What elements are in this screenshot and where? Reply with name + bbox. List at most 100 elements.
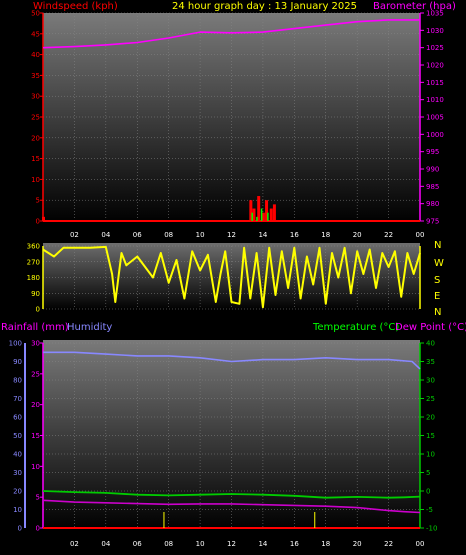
temp-tick-label: 5	[426, 469, 430, 477]
wind-tick-label: 10	[31, 176, 40, 184]
rain-tick-label: 0	[36, 525, 40, 533]
dir-tick-label: 270	[27, 258, 40, 266]
x-tick-label-lower: 08	[164, 540, 173, 548]
wind-tick-label: 5	[36, 197, 40, 205]
x-tick-label-lower: 00	[416, 540, 425, 548]
x-tick-label-lower: 16	[290, 540, 299, 548]
windspeed-bar	[252, 208, 256, 221]
temp-tick-label: 20	[426, 414, 435, 422]
wind-tick-label: 45	[31, 30, 40, 38]
baro-tick-label: 990	[426, 166, 439, 174]
x-tick-label: 14	[258, 231, 267, 239]
wind-tick-label: 25	[31, 114, 40, 122]
baro-tick-label: 1020	[426, 62, 444, 70]
windspeed-label: Windspeed (kph)	[33, 1, 118, 12]
humidity-tick-label: 10	[13, 506, 22, 514]
temp-tick-label: 15	[426, 432, 435, 440]
wind-tick-label: 35	[31, 72, 40, 80]
baro-tick-label: 975	[426, 218, 439, 226]
compass-label-s: S	[434, 275, 440, 286]
baro-tick-label: 1010	[426, 96, 444, 104]
windspeed-bar	[261, 212, 265, 221]
humidity-label: Humidity	[67, 322, 112, 333]
x-tick-label-lower: 12	[227, 540, 236, 548]
dir-tick-label: 360	[27, 243, 40, 251]
rainfall-label: Rainfall (mm)	[1, 322, 69, 333]
x-tick-label-lower: 04	[101, 540, 110, 548]
x-tick-label: 12	[227, 231, 236, 239]
humidity-tick-label: 60	[13, 414, 22, 422]
temp-tick-label: 10	[426, 451, 435, 459]
x-tick-label: 10	[196, 231, 205, 239]
temp-tick-label: -5	[426, 506, 433, 514]
wind-tick-label: 40	[31, 51, 40, 59]
compass-label-e: E	[434, 291, 440, 302]
rain-tick-label: 30	[31, 340, 40, 348]
humidity-tick-label: 0	[18, 525, 22, 533]
humidity-tick-label: 40	[13, 451, 22, 459]
rain-tick-label: 10	[31, 463, 40, 471]
temp-tick-label: 0	[426, 488, 430, 496]
baro-tick-label: 980	[426, 200, 439, 208]
x-tick-label: 04	[101, 231, 110, 239]
humidity-tick-label: 100	[9, 340, 22, 348]
x-tick-label: 20	[353, 231, 362, 239]
rain-tick-label: 25	[31, 370, 40, 378]
gust-bar	[251, 212, 253, 221]
chart-title: 24 hour graph day : 13 January 2025	[172, 1, 357, 12]
humidity-tick-label: 90	[13, 358, 22, 366]
baro-tick-label: 1015	[426, 79, 444, 87]
windspeed-bar	[272, 204, 276, 221]
humidity-tick-label: 70	[13, 395, 22, 403]
baro-tick-label: 1030	[426, 27, 444, 35]
rain-tick-label: 5	[36, 494, 40, 502]
weather-chart: Windspeed (kph) 24 hour graph day : 13 J…	[1, 1, 466, 548]
baro-tick-label: 1025	[426, 44, 444, 52]
baro-tick-label: 1005	[426, 114, 444, 122]
baro-tick-label: 1035	[426, 10, 444, 18]
windspeed-bar	[269, 208, 273, 221]
temp-tick-label: -10	[426, 525, 437, 533]
dewpoint-label: Dew Point (°C)	[395, 322, 466, 333]
compass-labels: N W S E N	[434, 240, 444, 318]
temperature-humidity-panel	[43, 340, 420, 530]
x-tick-label: 06	[133, 231, 142, 239]
humidity-tick-label: 30	[13, 469, 22, 477]
x-tick-label: 16	[290, 231, 299, 239]
humidity-tick-label: 20	[13, 488, 22, 496]
baro-tick-label: 985	[426, 183, 439, 191]
wind-tick-label: 0	[36, 218, 40, 226]
x-tick-label: 02	[70, 231, 79, 239]
temp-tick-label: 40	[426, 340, 435, 348]
wind-tick-label: 50	[31, 10, 40, 18]
x-tick-label-lower: 10	[196, 540, 205, 548]
x-tick-label-lower: 06	[133, 540, 142, 548]
dir-tick-label: 90	[31, 290, 40, 298]
wind-tick-label: 30	[31, 93, 40, 101]
dir-tick-label: 180	[27, 274, 40, 282]
x-tick-label-lower: 22	[384, 540, 393, 548]
x-tick-label-lower: 18	[321, 540, 330, 548]
windspeed-bar	[42, 216, 45, 221]
baro-tick-label: 1000	[426, 131, 444, 139]
humidity-tick-label: 50	[13, 432, 22, 440]
gust-bar	[256, 216, 258, 221]
wind-tick-label: 20	[31, 134, 40, 142]
gust-bar	[260, 208, 263, 221]
dir-tick-label: 0	[36, 306, 40, 314]
wind-tick-label: 15	[31, 155, 40, 163]
windspeed-bar	[257, 196, 261, 221]
x-tick-label: 22	[384, 231, 393, 239]
x-tick-label: 18	[321, 231, 330, 239]
x-tick-label-lower: 20	[353, 540, 362, 548]
x-tick-label-lower: 14	[258, 540, 267, 548]
compass-label-n-top: N	[434, 240, 441, 251]
gust-bar	[267, 212, 269, 221]
temp-tick-label: 30	[426, 377, 435, 385]
humidity-tick-label: 80	[13, 377, 22, 385]
rain-tick-label: 20	[31, 401, 40, 409]
rain-tick-label: 15	[31, 432, 40, 440]
compass-label-w: W	[434, 258, 444, 269]
temp-tick-label: 35	[426, 358, 435, 366]
temp-tick-label: 25	[426, 395, 435, 403]
